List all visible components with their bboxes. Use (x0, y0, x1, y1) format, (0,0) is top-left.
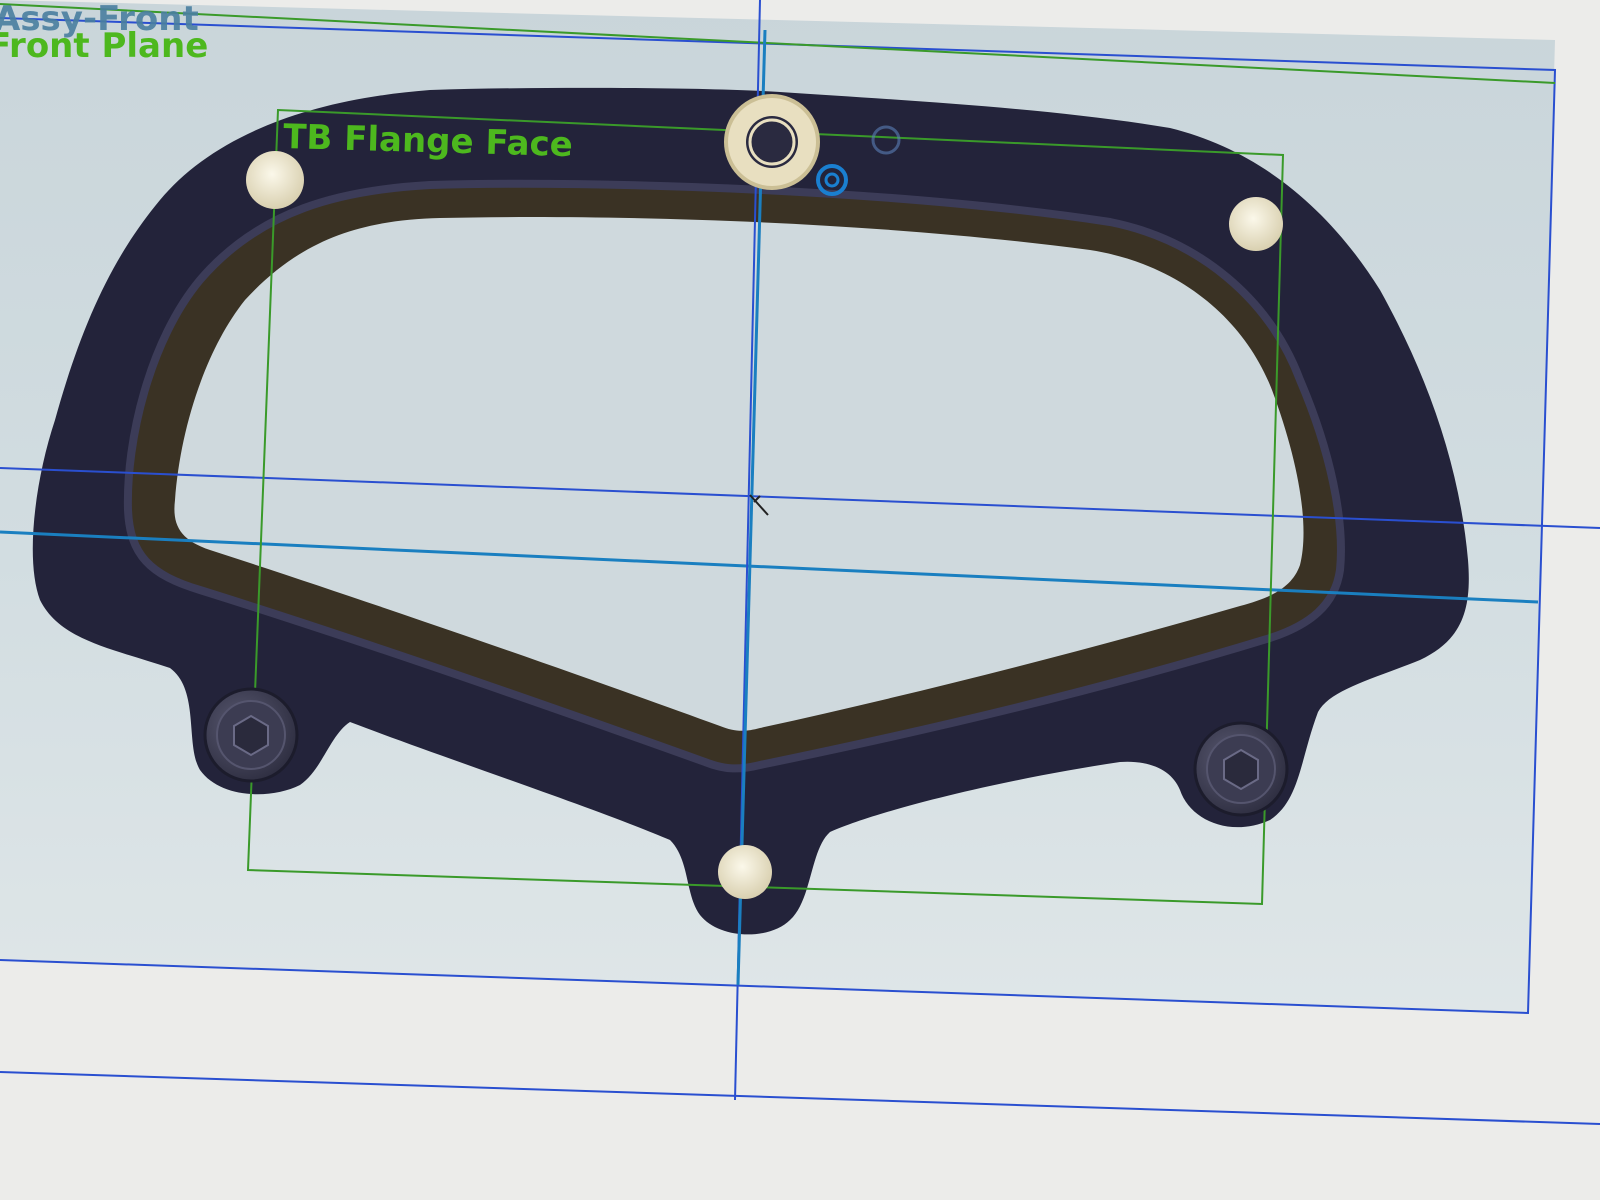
bottom-center-hole (718, 845, 772, 899)
bolt-bottom-left (203, 687, 299, 783)
top-center-hole (746, 116, 798, 168)
tb-flange-face-label: TB Flange Face (283, 117, 574, 165)
bolt-bottom-right (1193, 721, 1289, 817)
front-plane-label: Front Plane (0, 26, 208, 66)
cad-graphics-viewport[interactable]: Assy-Front Front Plane TB Flange Face (0, 0, 1600, 1200)
top-right-hole (1229, 197, 1283, 251)
top-left-hole (246, 151, 304, 209)
